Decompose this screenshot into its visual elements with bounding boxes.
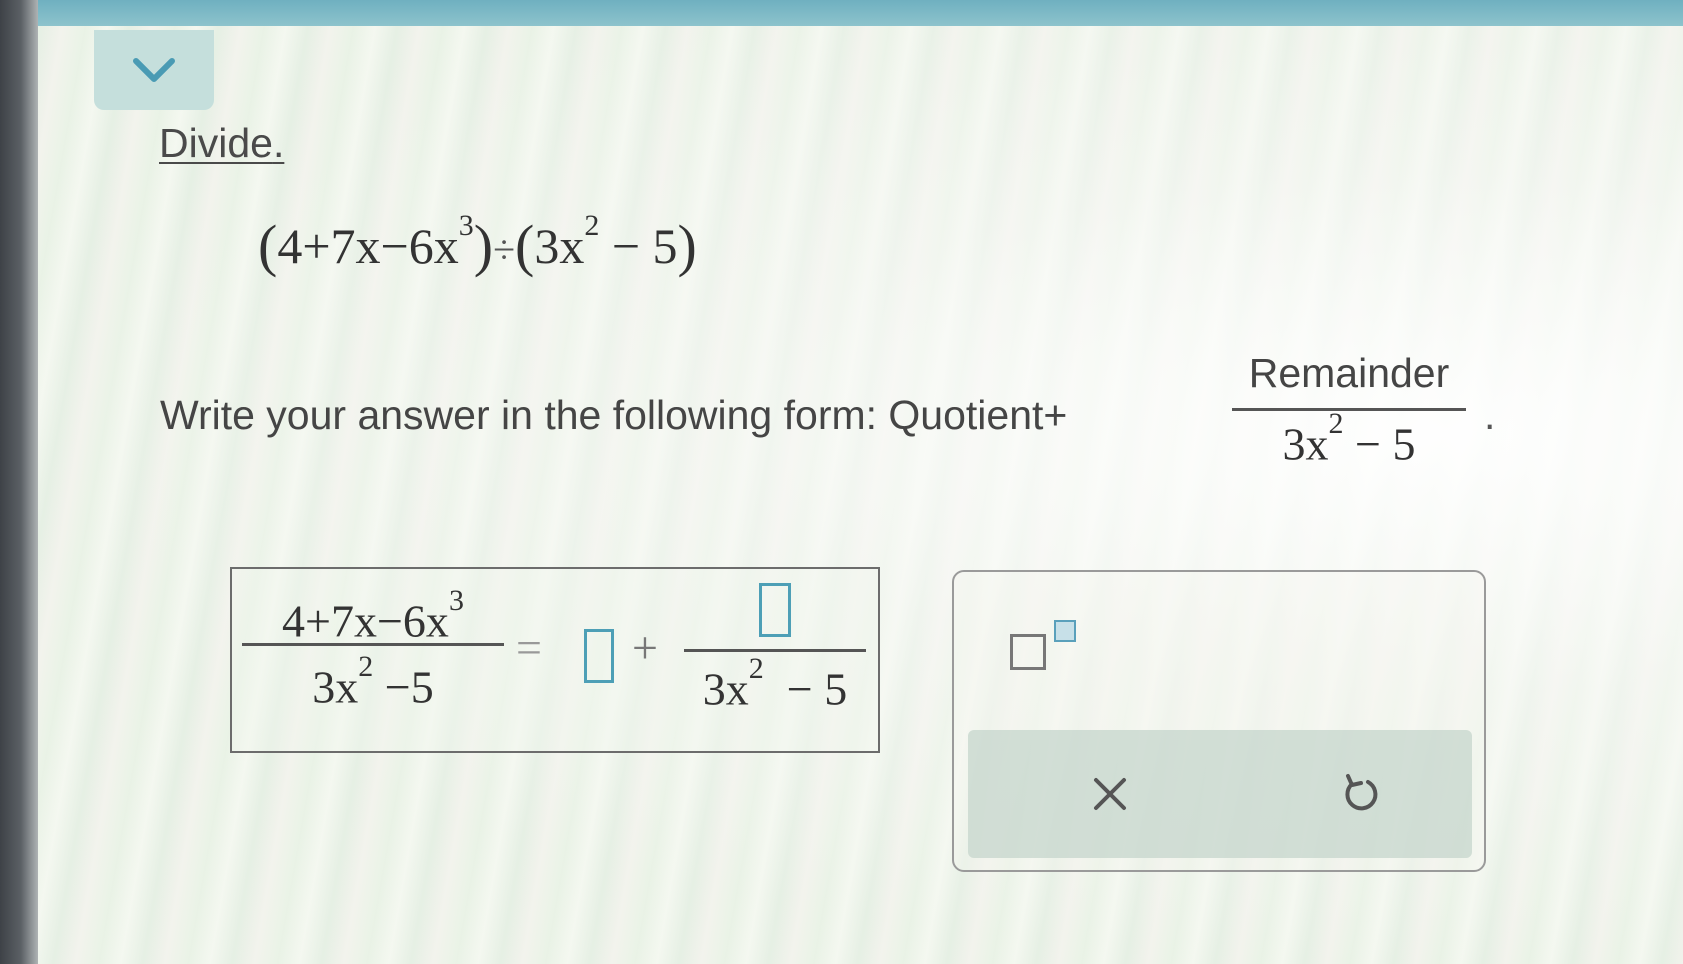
math-tool-panel — [952, 570, 1486, 872]
exponent-superscript-slot — [1054, 620, 1076, 642]
top-header-bar — [38, 0, 1683, 26]
lhs-num-exponent: 3 — [448, 584, 464, 617]
quotient-input[interactable] — [584, 629, 614, 683]
instruction-fraction-denominator: 3x2 − 5 — [1232, 407, 1466, 470]
undo-button[interactable] — [1330, 764, 1390, 824]
divisor-lead: 3x — [534, 218, 585, 274]
instruction-fraction: Remainder 3x2 − 5 — [1232, 350, 1466, 470]
exponent-template-icon — [1010, 634, 1046, 670]
divide-symbol: ÷ — [493, 227, 516, 272]
divisor-exponent: 2 — [584, 209, 600, 243]
equals-sign: = — [516, 622, 542, 673]
divide-help-link[interactable]: Divide. — [159, 120, 284, 167]
collapse-toggle-button[interactable] — [94, 30, 214, 110]
instruction-text: Write your answer in the following form:… — [160, 392, 1068, 438]
rhs-den-lead: 3x — [702, 663, 749, 715]
instruction-fraction-numerator: Remainder — [1248, 350, 1450, 396]
rhs-denominator: 3x2 − 5 — [684, 652, 866, 715]
chevron-down-icon — [133, 58, 175, 82]
divide-link-text[interactable]: Divide — [159, 120, 273, 166]
lhs-den-tail: −5 — [373, 661, 434, 713]
lhs-den-lead: 3x — [312, 661, 359, 713]
divide-period: . — [272, 120, 285, 166]
dividend-exponent: 3 — [458, 209, 474, 243]
problem-expression: (4+7x−6x3)÷(3x2 − 5) — [258, 209, 697, 278]
lhs-den-exponent: 2 — [358, 650, 374, 683]
clear-button[interactable] — [1080, 764, 1140, 824]
exponent-template-button[interactable] — [1010, 620, 1090, 680]
instruction-fraction-bar — [1232, 408, 1466, 411]
monitor-bezel — [0, 0, 38, 964]
divisor-tail: − 5 — [599, 218, 678, 274]
rhs-den-exponent: 2 — [748, 652, 764, 685]
lhs-num-lead: 4+7x−6x — [282, 595, 449, 647]
lhs-denominator: 3x2 −5 — [242, 650, 504, 713]
answer-equation-box: 4+7x−6x3 3x2 −5 = + 3x2 − 5 — [230, 567, 880, 753]
undo-icon — [1345, 774, 1378, 811]
inst-den-tail: − 5 — [1343, 418, 1416, 470]
action-button-strip — [968, 730, 1472, 858]
rhs-den-tail: − 5 — [763, 663, 848, 715]
instruction-period: . — [1484, 392, 1496, 438]
plus-sign: + — [632, 622, 658, 673]
inst-den-lead: 3x — [1282, 418, 1329, 470]
rhs-fraction-bar — [684, 649, 866, 652]
close-icon — [1094, 778, 1126, 810]
inst-den-exponent: 2 — [1328, 407, 1344, 440]
lhs-fraction: 4+7x−6x3 3x2 −5 — [242, 579, 504, 713]
remainder-input[interactable] — [759, 583, 791, 637]
dividend-terms: 4+7x−6x — [277, 218, 459, 274]
lhs-numerator: 4+7x−6x3 — [242, 579, 504, 647]
remainder-fraction: 3x2 − 5 — [684, 579, 866, 715]
